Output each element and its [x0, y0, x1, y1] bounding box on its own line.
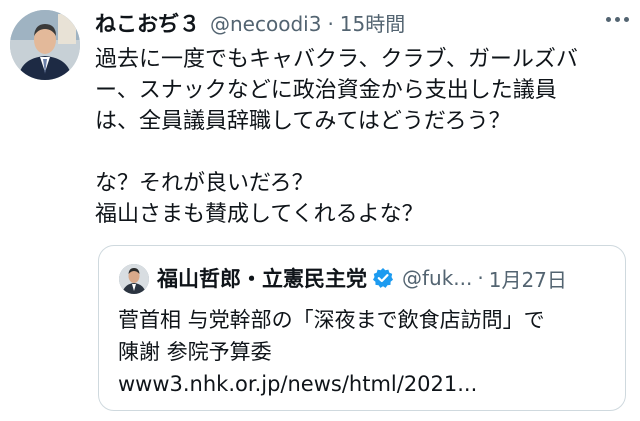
- tweet-text-line: は、全員議員辞職してみてはどうだろう？: [95, 109, 511, 134]
- user-handle[interactable]: @necoodi3: [210, 12, 321, 36]
- quoted-link[interactable]: www3.nhk.or.jp/news/html/2021...: [118, 368, 618, 400]
- quoted-text-line: 陳謝 参院予算委: [118, 340, 272, 364]
- tweet-text-line: な？それが良いだろ？: [95, 171, 314, 196]
- tweet-text-line: 福山さまも賛成してくれるよな？: [95, 202, 424, 227]
- tweet-text-line: 過去に一度でもキャバクラ、クラブ、ガールズバ: [95, 47, 578, 72]
- avatar-photo: [10, 10, 80, 80]
- quoted-avatar: [119, 264, 149, 294]
- avatar[interactable]: [10, 10, 80, 80]
- more-horizontal-icon[interactable]: [606, 14, 630, 24]
- quoted-text-line: 菅首相 与党幹部の「深夜まで飲食店訪問」で: [118, 308, 545, 332]
- display-name[interactable]: ねこおぢ３: [95, 8, 200, 38]
- quoted-tweet-card[interactable]: 福山哲郎・立憲民主党 @fuk... · 1月27日 菅首相 与党幹部の「深夜ま…: [98, 245, 626, 411]
- tweet-header: ねこおぢ３ @necoodi3 · 15時間: [95, 8, 630, 36]
- tweet-text-line: [95, 137, 625, 168]
- verified-badge-icon: [372, 267, 394, 289]
- quoted-date: 1月27日: [488, 267, 567, 292]
- quoted-avatar-photo: [119, 264, 149, 294]
- tweet: ねこおぢ３ @necoodi3 · 15時間 過去に一度でもキャバクラ、クラブ、…: [0, 0, 640, 421]
- separator-dot: ·: [327, 12, 334, 36]
- timestamp[interactable]: 15時間: [340, 8, 405, 37]
- separator-dot: ·: [477, 266, 484, 290]
- quoted-text: 菅首相 与党幹部の「深夜まで飲食店訪問」で 陳謝 参院予算委 www3.nhk.…: [118, 304, 618, 400]
- quoted-user-handle: @fuk...: [402, 266, 473, 290]
- tweet-text: 過去に一度でもキャバクラ、クラブ、ガールズバ ー、スナックなどに政治資金から支出…: [95, 44, 625, 230]
- tweet-text-line: ー、スナックなどに政治資金から支出した議員: [95, 78, 557, 103]
- quoted-display-name: 福山哲郎・立憲民主党: [157, 267, 367, 291]
- quoted-header: 福山哲郎・立憲民主党 @fuk... · 1月27日: [157, 262, 613, 294]
